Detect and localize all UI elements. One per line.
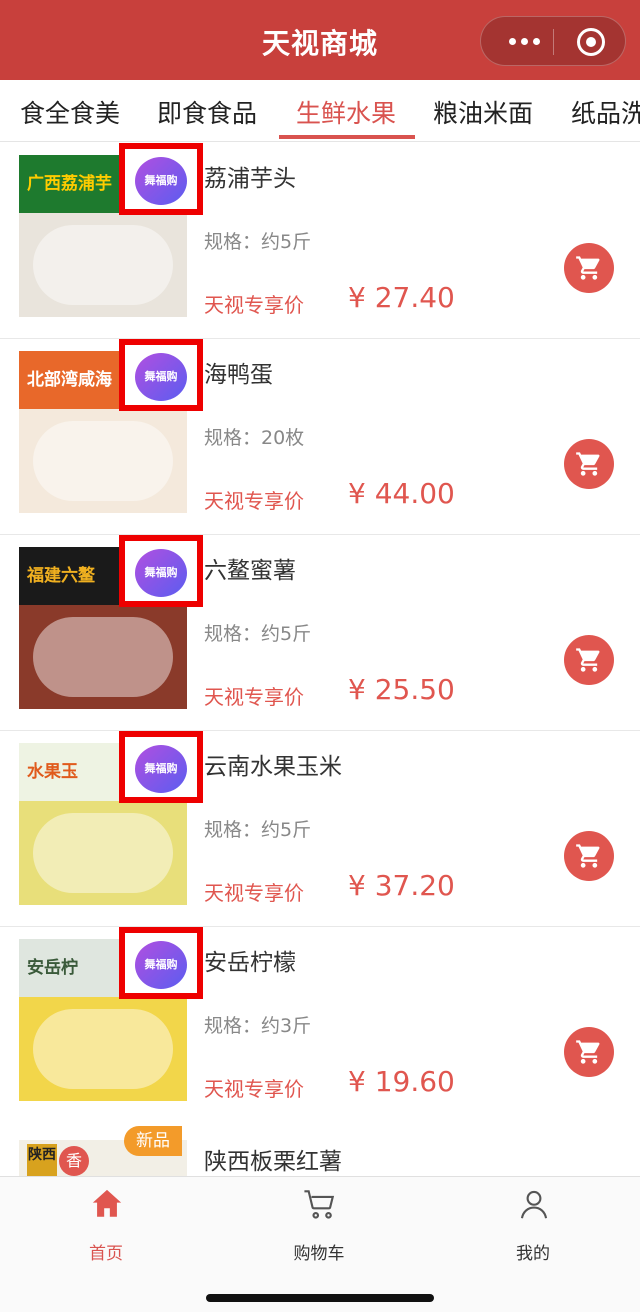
add-to-cart-button[interactable]	[564, 1027, 614, 1077]
app-header: 天视商城	[0, 0, 640, 80]
price-label: 天视专享价	[204, 685, 304, 709]
new-badge: 新品	[124, 1126, 182, 1156]
add-to-cart-button[interactable]	[564, 635, 614, 685]
cart-icon	[304, 1190, 335, 1219]
product-price: ¥ 37.20	[348, 869, 455, 902]
promo-badge-frame: 舞福购	[119, 339, 203, 411]
tab-2[interactable]: 生鲜水果	[296, 94, 396, 130]
product-image-body	[33, 813, 173, 893]
list-item[interactable]: 北部湾咸海 舞福购 海鸭蛋 规格：20枚 天视专享价 ¥ 44.00	[0, 339, 640, 535]
home-icon	[92, 1189, 122, 1217]
cart-icon	[576, 1040, 600, 1064]
active-tab-indicator	[279, 135, 415, 139]
product-spec: 规格：约3斤	[204, 1015, 312, 1037]
nav-cart[interactable]: 购物车	[259, 1187, 379, 1264]
product-spec: 规格：约5斤	[204, 819, 312, 841]
product-price: ¥ 19.60	[348, 1065, 455, 1098]
user-icon	[520, 1190, 548, 1219]
product-spec: 规格：20枚	[204, 427, 305, 449]
price-label: 天视专享价	[204, 1077, 304, 1101]
nav-me[interactable]: 我的	[473, 1187, 593, 1264]
product-name[interactable]: 陕西板栗红薯	[204, 1142, 342, 1176]
price-label: 天视专享价	[204, 293, 304, 317]
promo-badge: 舞福购	[135, 353, 187, 401]
product-image-caption: 水果玉	[27, 762, 78, 782]
product-image-seal: 香	[59, 1146, 89, 1176]
add-to-cart-button[interactable]	[564, 243, 614, 293]
tab-3[interactable]: 粮油米面	[433, 94, 533, 130]
product-name[interactable]: 六鳌蜜薯	[204, 551, 296, 585]
add-to-cart-button[interactable]	[564, 439, 614, 489]
cart-icon	[576, 648, 600, 672]
product-price: ¥ 25.50	[348, 673, 455, 706]
product-name[interactable]: 海鸭蛋	[204, 355, 273, 389]
list-item-partial[interactable]: 陕西 香 新品 陕西板栗红薯	[0, 1118, 640, 1176]
product-name[interactable]: 荔浦芋头	[204, 159, 296, 193]
promo-badge: 舞福购	[135, 745, 187, 793]
promo-badge-frame: 舞福购	[119, 535, 203, 607]
more-icon[interactable]	[503, 28, 547, 54]
product-price: ¥ 44.00	[348, 477, 455, 510]
product-image-body	[33, 421, 173, 501]
home-indicator	[206, 1294, 434, 1302]
nav-home[interactable]: 首页	[46, 1187, 166, 1264]
tab-0[interactable]: 食全食美	[20, 94, 120, 130]
promo-badge-frame: 舞福购	[119, 927, 203, 999]
list-item[interactable]: 安岳柠 舞福购 安岳柠檬 规格：约3斤 天视专享价 ¥ 19.60	[0, 927, 640, 1123]
product-spec: 规格：约5斤	[204, 623, 312, 645]
cart-icon	[576, 256, 600, 280]
product-image-caption: 陕西	[27, 1144, 57, 1176]
capsule-divider	[553, 29, 554, 55]
product-image-caption: 福建六鳌	[27, 566, 95, 586]
promo-badge: 舞福购	[135, 941, 187, 989]
nav-home-label: 首页	[89, 1244, 123, 1264]
promo-badge: 舞福购	[135, 157, 187, 205]
promo-badge-frame: 舞福购	[119, 731, 203, 803]
promo-badge: 舞福购	[135, 549, 187, 597]
cart-icon	[576, 452, 600, 476]
list-item[interactable]: 福建六鳌 舞福购 六鳌蜜薯 规格：约5斤 天视专享价 ¥ 25.50	[0, 535, 640, 731]
nav-me-label: 我的	[516, 1244, 550, 1264]
add-to-cart-button[interactable]	[564, 831, 614, 881]
list-item[interactable]: 广西荔浦芋 舞福购 荔浦芋头 规格：约5斤 天视专享价 ¥ 27.40	[0, 143, 640, 339]
cart-icon	[576, 844, 600, 868]
tab-1[interactable]: 即食食品	[157, 94, 257, 130]
product-spec: 规格：约5斤	[204, 231, 312, 253]
mini-program-capsule	[480, 16, 626, 66]
close-target-icon[interactable]	[577, 28, 605, 56]
nav-cart-label: 购物车	[293, 1244, 345, 1264]
tab-4[interactable]: 纸品洗	[571, 94, 640, 130]
price-label: 天视专享价	[204, 489, 304, 513]
bottom-tab-bar: 首页 购物车 我的	[0, 1176, 640, 1312]
promo-badge-frame: 舞福购	[119, 143, 203, 215]
product-image-body	[33, 1009, 173, 1089]
product-image-caption: 北部湾咸海	[27, 370, 112, 390]
product-price: ¥ 27.40	[348, 281, 455, 314]
product-name[interactable]: 云南水果玉米	[204, 747, 342, 781]
product-image-caption: 安岳柠	[27, 958, 78, 978]
product-image-body	[33, 617, 173, 697]
product-image-body	[33, 225, 173, 305]
product-image-caption: 广西荔浦芋	[27, 174, 112, 194]
category-tabs: 食全食美 即食食品 生鲜水果 粮油米面 纸品洗	[0, 80, 640, 142]
product-name[interactable]: 安岳柠檬	[204, 943, 296, 977]
list-item[interactable]: 水果玉 舞福购 云南水果玉米 规格：约5斤 天视专享价 ¥ 37.20	[0, 731, 640, 927]
price-label: 天视专享价	[204, 881, 304, 905]
